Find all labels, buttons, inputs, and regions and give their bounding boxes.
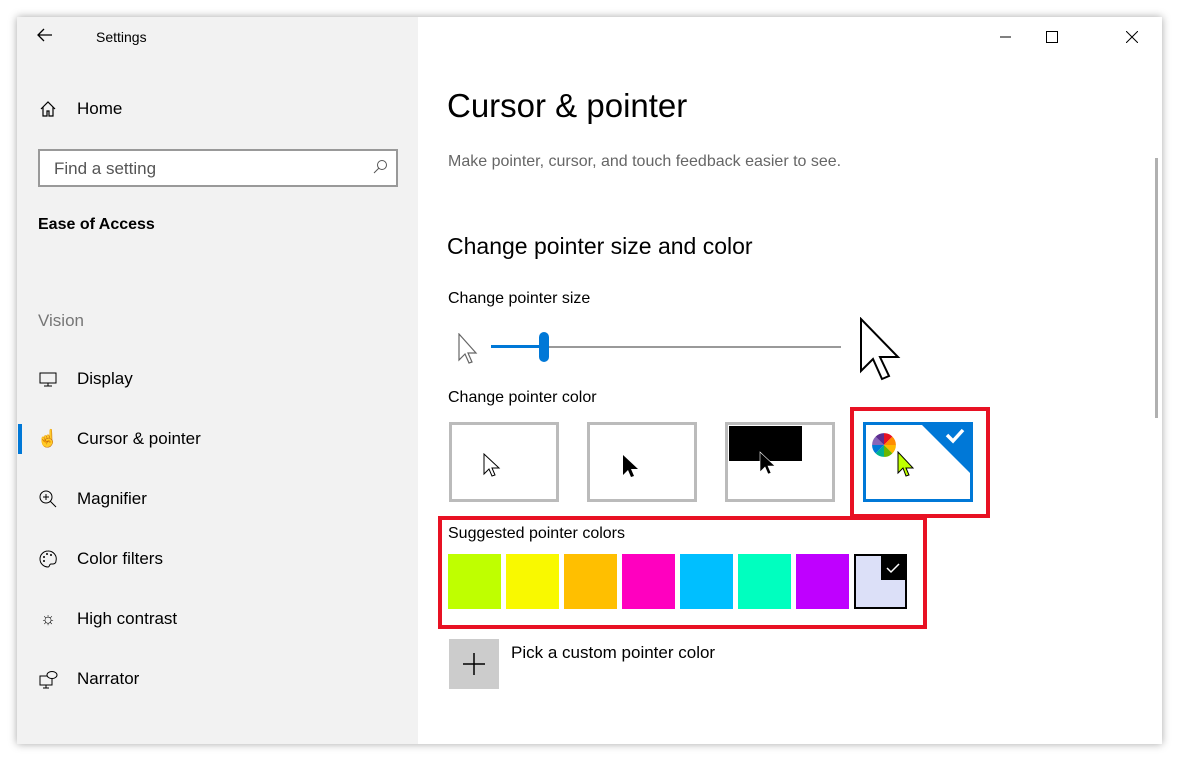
sidebar-item-label: Narrator [77,669,140,688]
narrator-icon [37,668,59,690]
sun-icon: ☼ [40,609,56,628]
page-description: Make pointer, cursor, and touch feedback… [448,153,842,170]
pointer-size-slider[interactable] [491,332,841,362]
large-pointer-icon [860,317,901,381]
sidebar-item-label: Color filters [77,549,163,568]
pointer-color-white[interactable] [449,422,559,502]
sidebar-item-label: Display [77,369,133,388]
maximize-icon [1046,31,1058,43]
sidebar-item-magnifier[interactable]: Magnifier [17,479,418,519]
sidebar-item-high-contrast[interactable]: ☼ High contrast [17,599,418,639]
close-icon [1126,31,1138,43]
pointer-color-black[interactable] [587,422,697,502]
home-icon [37,98,59,120]
palette-icon [37,548,59,570]
scrollbar[interactable] [1155,158,1158,418]
sidebar-item-home[interactable]: Home [17,89,418,129]
search-placeholder: Find a setting [54,159,157,178]
group-heading: Vision [38,311,84,330]
sidebar-item-color-filters[interactable]: Color filters [17,539,418,579]
close-button[interactable] [1109,17,1155,57]
highlight-box [438,516,927,629]
cursor-hand-icon: ☝ [37,429,59,448]
window-title: Settings [96,29,147,45]
inverted-pointer-icon [759,451,776,475]
sidebar-item-display[interactable]: Display [17,359,418,399]
plus-icon [463,653,485,675]
search-icon [372,159,388,180]
highlight-box [850,407,990,518]
back-button[interactable] [35,25,59,49]
color-label: Change pointer color [448,389,597,406]
magnifier-icon [37,488,59,510]
arrow-left-icon [37,28,52,42]
section-heading: Ease of Access [38,216,155,233]
sidebar: Settings Home Find a setting Ease of Acc… [17,17,418,744]
pointer-color-inverted[interactable] [725,422,835,502]
small-pointer-icon [458,333,478,364]
sidebar-item-narrator[interactable]: Narrator [17,659,418,699]
sidebar-item-cursor-pointer[interactable]: ☝ Cursor & pointer [17,419,418,459]
sidebar-item-label: Magnifier [77,489,147,508]
custom-color-label[interactable]: Pick a custom pointer color [511,643,715,663]
page-title: Cursor & pointer [447,87,688,124]
sidebar-item-label: High contrast [77,609,178,628]
sidebar-item-label: Cursor & pointer [77,429,201,448]
selection-indicator [18,424,22,454]
maximize-button[interactable] [1029,17,1075,57]
section-title: Change pointer size and color [447,233,753,259]
black-pointer-icon [623,455,638,477]
search-input[interactable]: Find a setting [38,149,398,187]
minimize-icon [1000,36,1011,38]
slider-thumb[interactable] [538,332,549,362]
sidebar-item-label: Home [77,99,123,118]
white-pointer-icon [483,453,501,477]
monitor-icon [37,368,59,390]
minimize-button[interactable] [983,17,1029,57]
settings-window: Settings Home Find a setting Ease of Acc… [17,17,1162,744]
custom-color-button[interactable] [449,639,499,689]
slider-fill [491,345,544,348]
size-label: Change pointer size [448,290,591,307]
